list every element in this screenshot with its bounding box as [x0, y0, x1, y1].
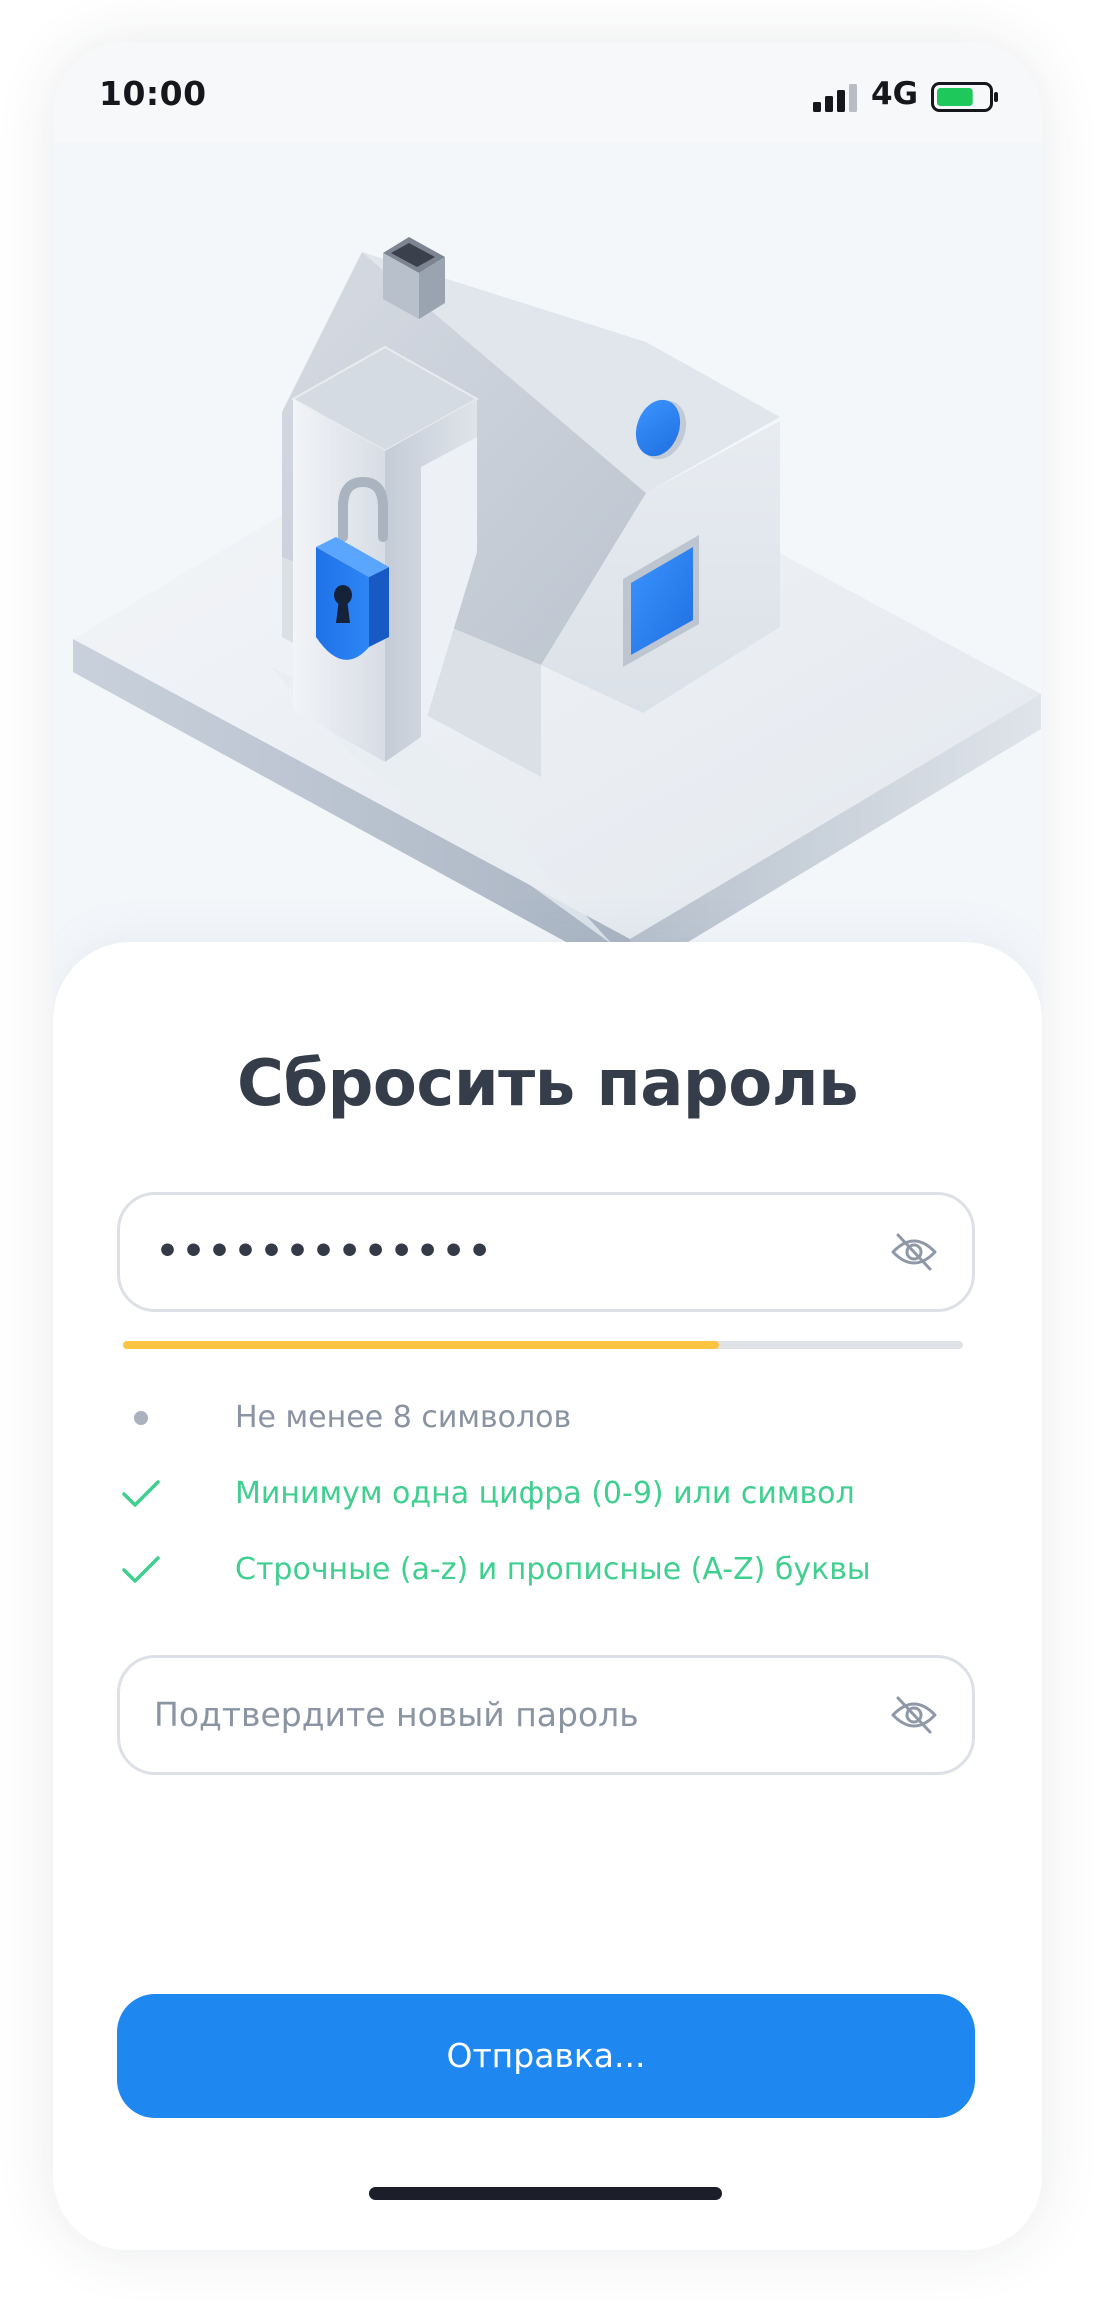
battery-icon [931, 82, 998, 112]
bullet-dot-icon [134, 1411, 148, 1425]
eye-off-icon[interactable] [890, 1232, 938, 1272]
password-strength-fill [123, 1341, 720, 1349]
requirement-item: Строчные (a-z) и прописные (A-Z) буквы [121, 1550, 981, 1590]
new-password-value: ••••••••••••• [156, 1231, 495, 1272]
requirement-text: Строчные (a-z) и прописные (A-Z) буквы [235, 1552, 871, 1587]
confirm-password-placeholder: Подтвердите новый пароль [154, 1695, 639, 1734]
requirement-text: Минимум одна цифра (0-9) или символ [235, 1476, 855, 1511]
requirement-text: Не менее 8 символов [235, 1400, 572, 1435]
page-title: Сбросить пароль [236, 1047, 859, 1121]
home-indicator[interactable] [369, 2187, 722, 2200]
requirement-item: Минимум одна цифра (0-9) или символ [121, 1474, 981, 1514]
new-password-field[interactable]: ••••••••••••• [117, 1192, 975, 1312]
confirm-password-field[interactable]: Подтвердите новый пароль [117, 1655, 975, 1775]
phone-screen: 10:00 4G Сбросить пароль ••••••••••••• Н… [53, 42, 1042, 2250]
eye-off-icon[interactable] [890, 1695, 938, 1735]
cellular-signal-icon [813, 84, 857, 112]
requirement-item: Не менее 8 символов [121, 1398, 981, 1438]
network-type: 4G [871, 76, 919, 112]
checkmark-icon [122, 1556, 160, 1583]
house-lock-illustration [73, 237, 1041, 977]
status-bar: 10:00 4G [53, 42, 1042, 142]
password-strength-bar [123, 1341, 963, 1349]
status-time: 10:00 [99, 74, 207, 113]
checkmark-icon [122, 1480, 160, 1507]
submit-button[interactable]: Отправка... [117, 1994, 975, 2118]
